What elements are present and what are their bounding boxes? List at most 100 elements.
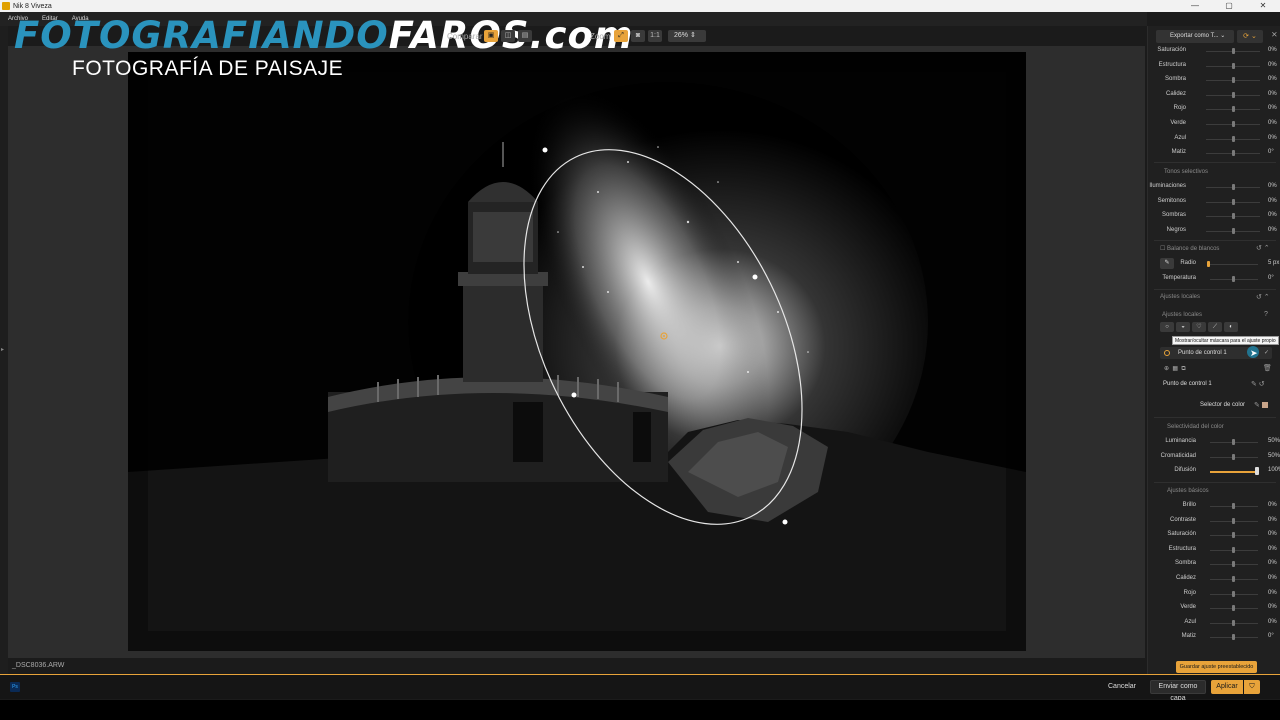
save-preset-button[interactable]: Guardar ajuste preestablecido	[1176, 661, 1257, 673]
slider-knob[interactable]	[1232, 517, 1235, 524]
slider-row[interactable]: Contraste 0%	[1148, 515, 1277, 527]
slider-row[interactable]: Negros 0%	[1148, 225, 1277, 237]
ellipse-handle[interactable]	[542, 147, 548, 153]
slider-row[interactable]: Semitonos 0%	[1148, 196, 1277, 208]
pen-reset-icons[interactable]: ✎ ↺	[1251, 380, 1265, 388]
slider-row[interactable]: Verde 0%	[1148, 118, 1277, 130]
slider-knob[interactable]	[1232, 546, 1235, 553]
left-collapse-strip[interactable]: ▸	[0, 26, 8, 674]
zoom-select[interactable]: 26% ⇕	[668, 30, 706, 42]
close-window-icon[interactable]: ✕	[1246, 0, 1280, 12]
slider-row[interactable]: Estructura 0%	[1148, 60, 1277, 72]
slider-row[interactable]: Sombra 0%	[1148, 74, 1277, 86]
slider-row[interactable]: Sombras 0%	[1148, 210, 1277, 222]
slider-temperatura[interactable]: Temperatura 0°	[1148, 273, 1276, 285]
minimize-icon[interactable]: —	[1178, 0, 1212, 12]
slider-knob[interactable]	[1232, 198, 1235, 205]
slider-row[interactable]: Saturación 0%	[1148, 529, 1277, 541]
slider-row[interactable]: Azul 0%	[1148, 133, 1277, 145]
slider-value: 0°	[1268, 275, 1274, 281]
slider-track[interactable]	[1210, 264, 1258, 265]
eyedropper-icon[interactable]: ✎	[1160, 258, 1174, 269]
maximize-icon[interactable]: ▢	[1212, 0, 1246, 12]
slider-knob[interactable]	[1232, 135, 1235, 142]
slider-knob[interactable]	[1232, 77, 1235, 84]
slider-row[interactable]: Iluminaciones 0%	[1148, 181, 1277, 193]
compare-single-icon[interactable]: ▣	[484, 30, 498, 42]
slider-knob[interactable]	[1232, 561, 1235, 568]
slider-row[interactable]: Matiz 0°	[1148, 147, 1276, 159]
zoom-1to1-button[interactable]: 1:1	[648, 30, 662, 42]
send-as-layer-button[interactable]: Enviar como capa	[1150, 680, 1206, 702]
slider-knob[interactable]	[1232, 276, 1235, 282]
control-point-tool-icon[interactable]: ○	[1160, 322, 1174, 332]
shape-tool-icon[interactable]: ◐	[1224, 322, 1238, 332]
slider-row[interactable]: Saturación 0%	[1148, 45, 1277, 57]
zoom-fit-icon[interactable]: ⤢	[614, 30, 628, 42]
slider-knob[interactable]	[1232, 532, 1235, 539]
reset-icon[interactable]: ↺ ⌃	[1256, 244, 1270, 252]
slider-row[interactable]: Difusión 100%	[1148, 465, 1280, 477]
reset-local-icon[interactable]: ↺ ⌃	[1256, 293, 1270, 301]
check-icon[interactable]: ✓	[1264, 347, 1269, 359]
ellipse-handle[interactable]	[782, 519, 788, 525]
ellipse-handle[interactable]	[571, 392, 577, 398]
slider-row[interactable]: Calidez 0%	[1148, 573, 1277, 585]
mask-icon[interactable]: ▦	[1172, 366, 1178, 372]
lasso-tool-icon[interactable]: ♡	[1192, 322, 1206, 332]
color-picker-icon[interactable]: ✎	[1254, 401, 1268, 409]
apply-options-icon[interactable]: ⛉	[1244, 680, 1260, 694]
slider-knob[interactable]	[1232, 184, 1235, 190]
slider-row[interactable]: Verde 0%	[1148, 602, 1277, 614]
collapse-panel-icon[interactable]: ⨯	[1271, 30, 1278, 39]
delete-icon[interactable]: 🗑	[1263, 364, 1272, 372]
slider-row[interactable]: Cromaticidad 50%	[1148, 451, 1280, 463]
slider-knob[interactable]	[1232, 121, 1235, 127]
slider-knob[interactable]	[1255, 467, 1259, 476]
cancel-button[interactable]: Cancelar	[1108, 683, 1136, 690]
color-swatch[interactable]	[1261, 402, 1268, 409]
slider-knob[interactable]	[1232, 634, 1235, 641]
slider-row[interactable]: Rojo 0%	[1148, 588, 1277, 600]
slider-knob[interactable]	[1232, 62, 1235, 69]
slider-knob[interactable]	[1232, 453, 1235, 460]
slider-row[interactable]: Calidez 0%	[1148, 89, 1277, 101]
slider-knob[interactable]	[1232, 619, 1235, 626]
brush-tool-icon[interactable]: ◒	[1176, 322, 1190, 332]
slider-row[interactable]: Matiz 0°	[1148, 631, 1276, 643]
duplicate-icon[interactable]: ⧉	[1181, 366, 1185, 372]
history-button[interactable]: ⟳ ⌄	[1237, 30, 1263, 43]
slider-knob[interactable]	[1232, 439, 1235, 445]
slider-row[interactable]: Brillo 0%	[1148, 500, 1277, 512]
slider-track[interactable]	[1210, 471, 1258, 474]
expand-left-icon[interactable]: ▸	[1, 346, 4, 353]
photo-preview[interactable]	[128, 52, 1026, 651]
slider-knob[interactable]	[1232, 605, 1235, 612]
ellipse-handle[interactable]	[752, 274, 758, 280]
apply-button[interactable]: Aplicar	[1211, 680, 1243, 694]
slider-knob[interactable]	[1232, 590, 1235, 597]
slider-knob[interactable]	[1232, 503, 1235, 509]
zoom-hand-icon[interactable]: ◙	[631, 30, 645, 42]
slider-row[interactable]: Rojo 0%	[1148, 103, 1277, 115]
gradient-tool-icon[interactable]: ⟋	[1208, 322, 1222, 332]
slider-radio[interactable]: ✎ Radio 5 px	[1148, 258, 1279, 270]
help-icon[interactable]: ?	[1264, 311, 1268, 318]
slider-knob[interactable]	[1232, 227, 1235, 234]
slider-knob[interactable]	[1232, 48, 1235, 54]
slider-knob[interactable]	[1232, 576, 1235, 582]
slider-knob[interactable]	[1232, 150, 1235, 157]
compare-trash-icon[interactable]: ▤	[518, 30, 532, 42]
slider-knob[interactable]	[1232, 213, 1235, 220]
slider-knob[interactable]	[1207, 261, 1210, 267]
slider-row[interactable]: Sombra 0%	[1148, 558, 1277, 570]
compare-split-icon[interactable]: ◫	[501, 30, 515, 42]
slider-row[interactable]: Azul 0%	[1148, 617, 1277, 629]
slider-row[interactable]: Estructura 0%	[1148, 544, 1277, 556]
add-point-icon[interactable]: ⊕	[1164, 366, 1169, 372]
slider-knob[interactable]	[1232, 106, 1235, 113]
slider-row[interactable]: Luminancia 50%	[1148, 436, 1280, 448]
slider-knob[interactable]	[1232, 91, 1235, 98]
slider-value: 0%	[1268, 618, 1277, 625]
export-button[interactable]: Exportar como T... ⌄	[1156, 30, 1234, 43]
